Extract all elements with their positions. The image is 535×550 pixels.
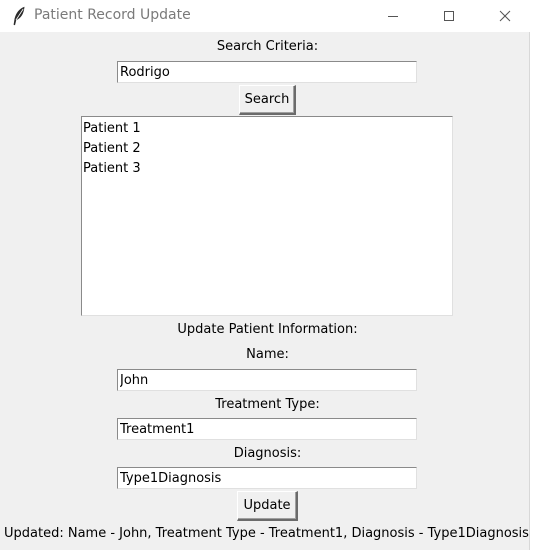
minimize-button[interactable]	[365, 0, 421, 32]
name-label: Name:	[246, 347, 289, 362]
treatment-type-input[interactable]	[117, 418, 417, 440]
window-title: Patient Record Update	[34, 7, 191, 23]
treatment-type-label: Treatment Type:	[215, 397, 320, 412]
update-button[interactable]: Update	[237, 491, 298, 521]
maximize-icon	[443, 10, 455, 22]
diagnosis-label: Diagnosis:	[233, 446, 302, 461]
list-item[interactable]: Patient 2	[82, 139, 452, 159]
search-criteria-label: Search Criteria:	[216, 39, 319, 54]
diagnosis-input[interactable]	[117, 467, 417, 489]
title-bar[interactable]: Patient Record Update	[0, 0, 530, 32]
minimize-icon	[387, 10, 399, 22]
list-item[interactable]: Patient 3	[82, 159, 452, 179]
list-item[interactable]: Patient 1	[82, 119, 452, 139]
close-button[interactable]	[477, 0, 533, 32]
search-input[interactable]	[117, 61, 417, 83]
app-window: Patient Record Update Search Criteria: S…	[0, 0, 530, 550]
maximize-button[interactable]	[421, 0, 477, 32]
update-section-label: Update Patient Information:	[177, 322, 358, 337]
name-input[interactable]	[117, 369, 417, 391]
patient-results-list[interactable]: Patient 1 Patient 2 Patient 3	[81, 116, 453, 316]
search-button[interactable]: Search	[239, 85, 296, 115]
status-message: Updated: Name - John, Treatment Type - T…	[4, 526, 529, 541]
feather-icon	[12, 6, 26, 26]
close-icon	[499, 10, 511, 22]
